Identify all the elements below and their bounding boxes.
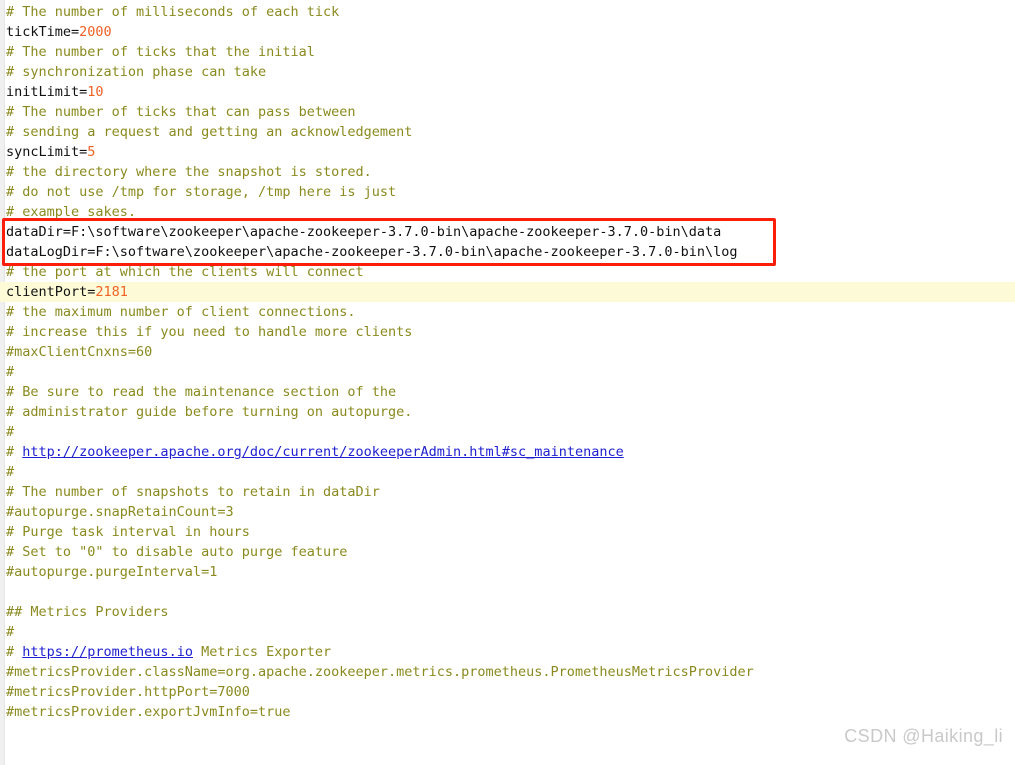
- comment-token: # Set to "0" to disable auto purge featu…: [6, 544, 348, 560]
- comment-token: # the directory where the snapshot is st…: [6, 164, 372, 180]
- code-line[interactable]: # sending a request and getting an ackno…: [0, 122, 1015, 142]
- url-link[interactable]: https://prometheus.io: [22, 644, 193, 660]
- code-line[interactable]: syncLimit=5: [0, 142, 1015, 162]
- comment-token: #autopurge.snapRetainCount=3: [6, 504, 234, 520]
- comment-token: # synchronization phase can take: [6, 64, 267, 80]
- code-line[interactable]: # Be sure to read the maintenance sectio…: [0, 382, 1015, 402]
- code-line[interactable]: #: [0, 622, 1015, 642]
- comment-token: #metricsProvider.exportJvmInfo=true: [6, 704, 291, 720]
- code-line[interactable]: # The number of milliseconds of each tic…: [0, 2, 1015, 22]
- property-key-token: syncLimit=: [6, 144, 88, 160]
- comment-suffix-token: Metrics Exporter: [192, 644, 332, 660]
- code-line[interactable]: ## Metrics Providers: [0, 602, 1015, 622]
- comment-token: # administrator guide before turning on …: [6, 404, 413, 420]
- comment-token: # Purge task interval in hours: [6, 524, 250, 540]
- comment-token: #autopurge.purgeInterval=1: [6, 564, 218, 580]
- comment-token: # the maximum number of client connectio…: [6, 304, 356, 320]
- config-file-text-area[interactable]: # The number of milliseconds of each tic…: [0, 0, 1015, 722]
- comment-token: # The number of milliseconds of each tic…: [6, 4, 340, 20]
- code-line[interactable]: #: [0, 362, 1015, 382]
- code-line[interactable]: # the directory where the snapshot is st…: [0, 162, 1015, 182]
- comment-token: #: [6, 464, 15, 480]
- code-line[interactable]: [0, 582, 1015, 602]
- comment-token: # example sakes.: [6, 204, 137, 220]
- code-line[interactable]: #metricsProvider.exportJvmInfo=true: [0, 702, 1015, 722]
- code-line[interactable]: # Set to "0" to disable auto purge featu…: [0, 542, 1015, 562]
- property-key-token: initLimit=: [6, 84, 88, 100]
- code-line[interactable]: dataDir=F:\software\zookeeper\apache-zoo…: [0, 222, 1015, 242]
- comment-prefix-token: #: [6, 444, 23, 460]
- code-line[interactable]: # administrator guide before turning on …: [0, 402, 1015, 422]
- property-value-token: 10: [87, 84, 104, 100]
- code-line[interactable]: #: [0, 422, 1015, 442]
- code-line[interactable]: #: [0, 462, 1015, 482]
- property-value-token: 2000: [79, 24, 112, 40]
- comment-token: # sending a request and getting an ackno…: [6, 124, 413, 140]
- comment-token: ## Metrics Providers: [6, 604, 169, 620]
- code-line[interactable]: # The number of snapshots to retain in d…: [0, 482, 1015, 502]
- code-line[interactable]: # increase this if you need to handle mo…: [0, 322, 1015, 342]
- code-line[interactable]: # http://zookeeper.apache.org/doc/curren…: [0, 442, 1015, 462]
- code-line[interactable]: # the maximum number of client connectio…: [0, 302, 1015, 322]
- code-line[interactable]: # The number of ticks that the initial: [0, 42, 1015, 62]
- property-value-token: 2181: [95, 284, 128, 300]
- comment-token: # increase this if you need to handle mo…: [6, 324, 413, 340]
- code-line[interactable]: # synchronization phase can take: [0, 62, 1015, 82]
- comment-token: # Be sure to read the maintenance sectio…: [6, 384, 397, 400]
- code-line[interactable]: # Purge task interval in hours: [0, 522, 1015, 542]
- code-line[interactable]: dataLogDir=F:\software\zookeeper\apache-…: [0, 242, 1015, 262]
- code-line[interactable]: #autopurge.snapRetainCount=3: [0, 502, 1015, 522]
- comment-prefix-token: #: [6, 644, 23, 660]
- code-line[interactable]: # https://prometheus.io Metrics Exporter: [0, 642, 1015, 662]
- comment-token: # The number of ticks that can pass betw…: [6, 104, 356, 120]
- comment-token: #maxClientCnxns=60: [6, 344, 153, 360]
- comment-token: # The number of ticks that the initial: [6, 44, 315, 60]
- code-line[interactable]: # The number of ticks that can pass betw…: [0, 102, 1015, 122]
- comment-token: #metricsProvider.httpPort=7000: [6, 684, 250, 700]
- comment-token: #: [6, 364, 15, 380]
- code-line[interactable]: #autopurge.purgeInterval=1: [0, 562, 1015, 582]
- comment-token: #metricsProvider.className=org.apache.zo…: [6, 664, 754, 680]
- code-line[interactable]: initLimit=10: [0, 82, 1015, 102]
- comment-token: # do not use /tmp for storage, /tmp here…: [6, 184, 397, 200]
- property-key-token: clientPort=: [6, 284, 96, 300]
- code-line[interactable]: #metricsProvider.httpPort=7000: [0, 682, 1015, 702]
- code-line[interactable]: # the port at which the clients will con…: [0, 262, 1015, 282]
- comment-token: # The number of snapshots to retain in d…: [6, 484, 380, 500]
- comment-token: # the port at which the clients will con…: [6, 264, 364, 280]
- property-line-token: dataLogDir=F:\software\zookeeper\apache-…: [6, 244, 738, 260]
- property-value-token: 5: [87, 144, 96, 160]
- comment-token: #: [6, 624, 15, 640]
- comment-token: #: [6, 424, 15, 440]
- code-line[interactable]: #metricsProvider.className=org.apache.zo…: [0, 662, 1015, 682]
- code-line[interactable]: # do not use /tmp for storage, /tmp here…: [0, 182, 1015, 202]
- csdn-watermark: CSDN @Haiking_li: [844, 726, 1003, 746]
- property-key-token: tickTime=: [6, 24, 80, 40]
- code-line[interactable]: clientPort=2181: [0, 282, 1015, 302]
- code-line[interactable]: tickTime=2000: [0, 22, 1015, 42]
- property-line-token: dataDir=F:\software\zookeeper\apache-zoo…: [6, 224, 722, 240]
- screenshot-root: # The number of milliseconds of each tic…: [0, 0, 1015, 765]
- code-line[interactable]: # example sakes.: [0, 202, 1015, 222]
- code-line[interactable]: #maxClientCnxns=60: [0, 342, 1015, 362]
- url-link[interactable]: http://zookeeper.apache.org/doc/current/…: [22, 444, 623, 460]
